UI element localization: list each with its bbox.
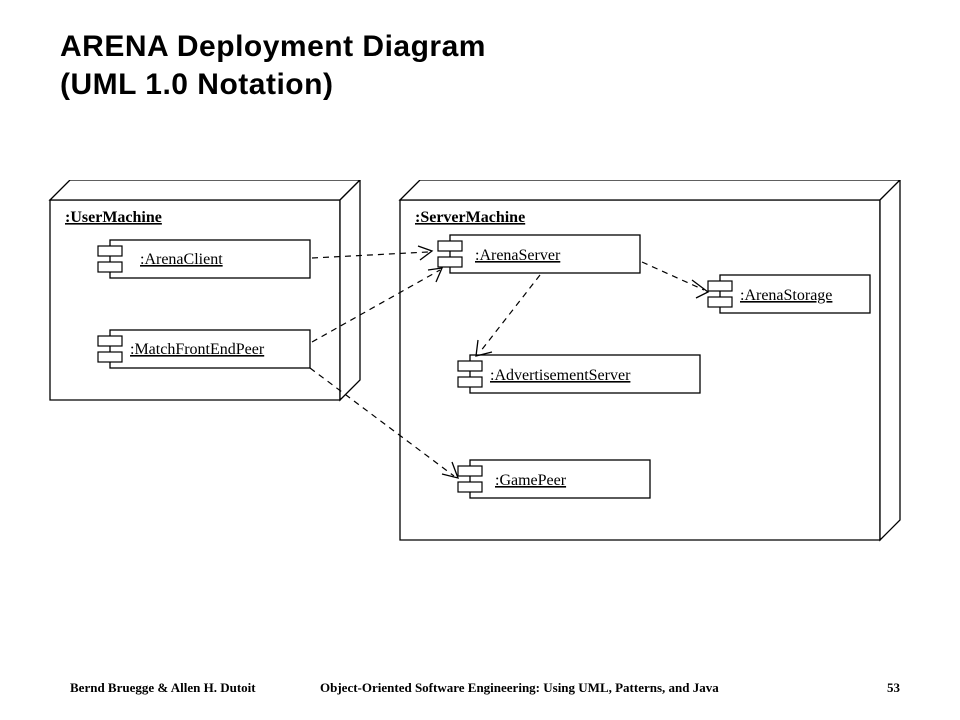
footer-authors: Bernd Bruegge & Allen H. Dutoit (70, 680, 256, 696)
title-line-2: (UML 1.0 Notation) (60, 68, 333, 101)
deployment-diagram: :UserMachine :ArenaClient :MatchFrontEnd… (40, 180, 920, 580)
component-arena-client: :ArenaClient (98, 240, 310, 278)
component-label-advertisement-server: :AdvertisementServer (490, 367, 631, 384)
component-label-match-front-end-peer: :MatchFrontEndPeer (130, 341, 265, 358)
component-advertisement-server: :AdvertisementServer (458, 355, 700, 393)
component-match-front-end-peer: :MatchFrontEndPeer (98, 330, 310, 368)
component-arena-server: :ArenaServer (438, 235, 640, 273)
component-label-game-peer: :GamePeer (495, 472, 567, 489)
component-label-arena-server: :ArenaServer (475, 247, 561, 264)
component-label-arena-client: :ArenaClient (140, 251, 223, 268)
component-arena-storage: :ArenaStorage (708, 275, 870, 313)
component-label-arena-storage: :ArenaStorage (740, 287, 832, 304)
node-label-server-machine: :ServerMachine (415, 209, 525, 226)
page-title: ARENA Deployment Diagram (UML 1.0 Notati… (60, 28, 486, 103)
footer-book-title: Object-Oriented Software Engineering: Us… (320, 680, 719, 696)
component-game-peer: :GamePeer (458, 460, 650, 498)
footer-page-number: 53 (887, 680, 900, 696)
node-label-user-machine: :UserMachine (65, 209, 162, 226)
title-line-1: ARENA Deployment Diagram (60, 30, 486, 63)
